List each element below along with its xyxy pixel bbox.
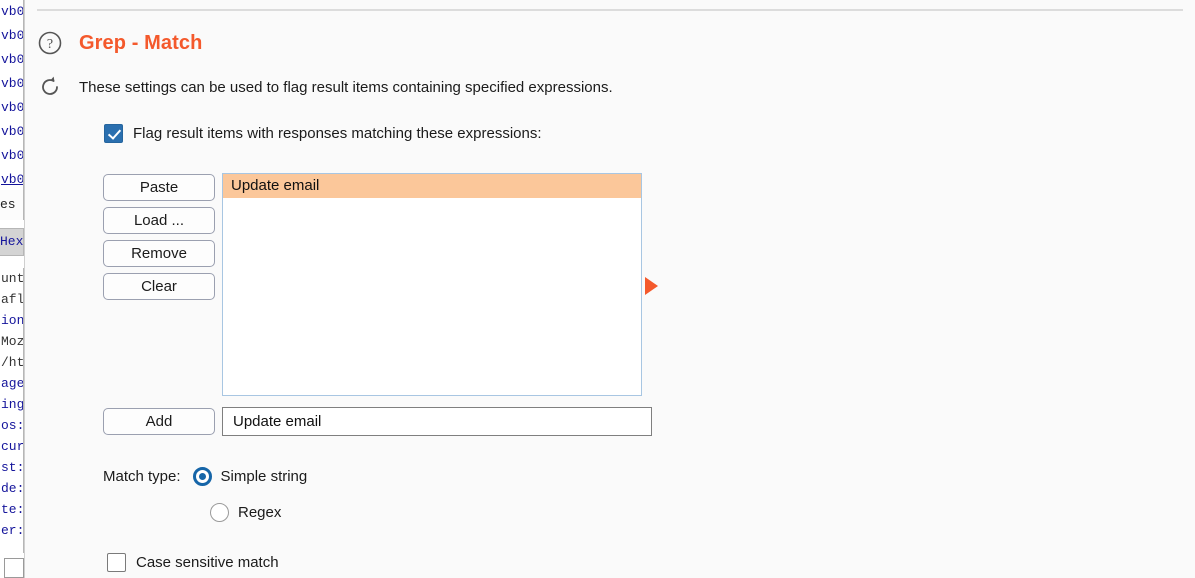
case-sensitive-label: Case sensitive match: [136, 554, 279, 571]
panel-header: ? Grep - Match: [37, 30, 202, 56]
refresh-icon[interactable]: [37, 74, 63, 100]
panel-top-divider: [37, 9, 1183, 11]
expression-input[interactable]: [222, 407, 652, 436]
background-header-row: ing: [1, 397, 23, 412]
load-button[interactable]: Load ...: [103, 207, 215, 234]
background-hex-row: vb0: [1, 4, 23, 19]
match-type-row: Match type: Simple string: [103, 467, 307, 486]
flag-results-label: Flag result items with responses matchin…: [133, 125, 542, 142]
expression-list[interactable]: Update email: [222, 173, 642, 396]
background-hex-list: vb0 vb0 vb0 vb0 vb0 vb0 vb0 vb0: [0, 0, 24, 190]
svg-text:?: ?: [47, 37, 53, 52]
background-header-row: unt: [1, 271, 23, 286]
background-window-strip: vb0 vb0 vb0 vb0 vb0 vb0 vb0 vb0 es Hex u…: [0, 0, 24, 578]
background-header-row: Moz: [1, 334, 23, 349]
background-header-row: /ht: [1, 355, 23, 370]
add-button[interactable]: Add: [103, 408, 215, 435]
background-tab-partial-hex: Hex: [0, 228, 24, 256]
panel-subtitle-row: These settings can be used to flag resul…: [37, 74, 613, 100]
background-header-row: te:: [1, 502, 23, 517]
flag-results-checkbox-row[interactable]: Flag result items with responses matchin…: [104, 124, 542, 143]
grep-match-settings-panel: ? Grep - Match These settings can be use…: [24, 0, 1195, 578]
background-header-list: unt afl ion Moz /ht age ing os: cur st: …: [0, 268, 24, 553]
background-hex-row: vb0: [1, 28, 23, 43]
match-type-label: Match type:: [103, 468, 181, 485]
background-tab-partial-1: es: [0, 190, 24, 220]
background-hex-row: vb0: [1, 100, 23, 115]
paste-button[interactable]: Paste: [103, 174, 215, 201]
background-header-row: age: [1, 376, 23, 391]
expression-action-buttons: Paste Load ... Remove Clear: [103, 174, 215, 300]
background-header-row: st:: [1, 460, 23, 475]
background-header-row: ion: [1, 313, 23, 328]
radio-simple-string-label: Simple string: [220, 468, 308, 485]
match-type-option-simple-string[interactable]: Simple string: [192, 467, 308, 486]
list-item[interactable]: Update email: [223, 174, 641, 198]
match-type-option-regex[interactable]: Regex: [210, 503, 281, 522]
screen-root: vb0 vb0 vb0 vb0 vb0 vb0 vb0 vb0 es Hex u…: [0, 0, 1195, 578]
panel-subtitle: These settings can be used to flag resul…: [79, 78, 613, 96]
radio-simple-string[interactable]: [192, 467, 212, 486]
background-header-row: cur: [1, 439, 23, 454]
clear-button[interactable]: Clear: [103, 273, 215, 300]
case-sensitive-checkbox[interactable]: [107, 553, 126, 572]
play-triangle-icon: [645, 277, 658, 295]
background-header-row: er:: [1, 523, 23, 538]
background-hex-row: vb0: [1, 76, 23, 91]
radio-regex-label: Regex: [238, 504, 282, 521]
background-header-row: afl: [1, 292, 23, 307]
background-hex-row: vb0: [1, 124, 23, 139]
background-hex-row: vb0: [1, 148, 23, 163]
question-mark-circle-icon[interactable]: ?: [37, 30, 63, 56]
background-bottom-box: [4, 558, 24, 578]
background-header-row: os:: [1, 418, 23, 433]
background-header-row: de:: [1, 481, 23, 496]
case-sensitive-row[interactable]: Case sensitive match: [107, 553, 279, 572]
flag-results-checkbox[interactable]: [104, 124, 123, 143]
add-expression-row: Add: [103, 407, 652, 436]
background-hex-row: vb0: [1, 52, 23, 67]
page-title: Grep - Match: [79, 31, 203, 54]
remove-button[interactable]: Remove: [103, 240, 215, 267]
background-hex-row: vb0: [1, 172, 23, 187]
radio-regex[interactable]: [210, 503, 229, 522]
